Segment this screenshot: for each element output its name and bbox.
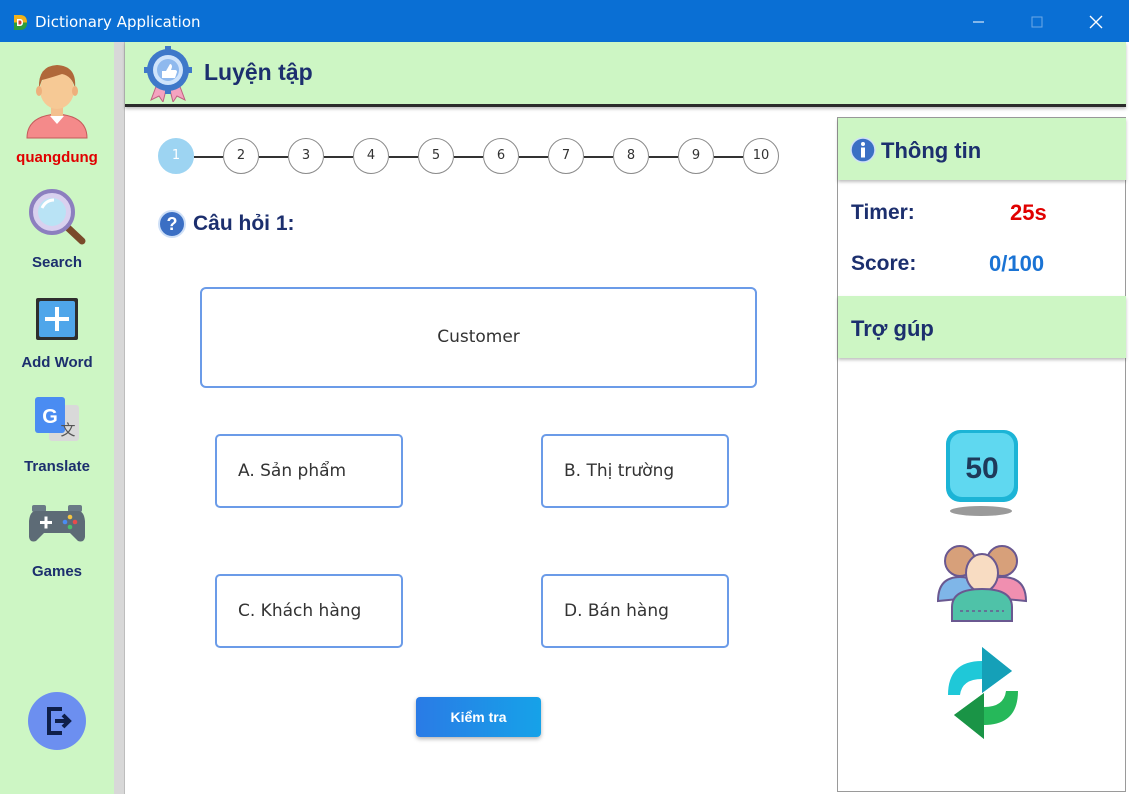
help-panel-title: Trợ gúp bbox=[851, 316, 934, 341]
timer-value: 25s bbox=[1010, 200, 1047, 225]
stepper-connector bbox=[584, 156, 613, 158]
gear-badge-icon bbox=[144, 46, 192, 102]
audience-icon bbox=[936, 545, 1028, 622]
logout-icon bbox=[28, 692, 86, 750]
step-1[interactable]: 1 bbox=[158, 138, 194, 174]
score-label: Score: bbox=[851, 252, 917, 275]
answer-option-b[interactable]: B. Thị trường bbox=[541, 434, 729, 508]
step-5[interactable]: 5 bbox=[418, 138, 454, 174]
title-bar: Dictionary Application bbox=[0, 0, 1129, 42]
svg-text:?: ? bbox=[167, 214, 178, 234]
sidebar-item-games[interactable] bbox=[0, 503, 114, 550]
avatar bbox=[0, 60, 114, 145]
stepper-connector bbox=[259, 156, 288, 158]
fifty-fifty-icon: 50 bbox=[946, 430, 1018, 516]
minimize-button[interactable] bbox=[949, 0, 1007, 42]
sidebar-item-search[interactable] bbox=[0, 186, 114, 253]
stepper-connector bbox=[454, 156, 483, 158]
step-4[interactable]: 4 bbox=[353, 138, 389, 174]
svg-text:G: G bbox=[42, 406, 58, 428]
swap-question-icon bbox=[948, 647, 1018, 739]
step-8[interactable]: 8 bbox=[613, 138, 649, 174]
answer-option-a[interactable]: A. Sản phẩm bbox=[215, 434, 403, 508]
maximize-button[interactable] bbox=[1008, 0, 1066, 42]
ask-audience-button[interactable] bbox=[936, 541, 1028, 628]
stepper-connector bbox=[649, 156, 678, 158]
fifty-fifty-button[interactable]: 50 bbox=[943, 428, 1021, 523]
sidebar-item-add-word[interactable] bbox=[0, 297, 114, 346]
page-header: Luyện tập bbox=[125, 42, 1126, 107]
user-avatar-icon bbox=[26, 65, 88, 139]
question-icon: ? bbox=[158, 210, 186, 238]
close-icon bbox=[1089, 15, 1103, 29]
score-value: 0/100 bbox=[989, 251, 1045, 276]
timer-label: Timer: bbox=[851, 201, 915, 224]
step-7[interactable]: 7 bbox=[548, 138, 584, 174]
answer-option-c[interactable]: C. Khách hàng bbox=[215, 574, 403, 648]
sidebar-item-translate-label[interactable]: Translate bbox=[0, 458, 114, 475]
info-panel-header: Thông tin bbox=[838, 118, 1126, 180]
google-translate-icon: G 文 bbox=[35, 397, 79, 441]
stepper-connector bbox=[324, 156, 353, 158]
magnifier-icon bbox=[29, 189, 86, 245]
gamepad-icon bbox=[29, 505, 85, 542]
sidebar-divider bbox=[114, 42, 125, 794]
logout-button[interactable] bbox=[0, 692, 114, 755]
svg-text:文: 文 bbox=[60, 421, 75, 439]
stepper-connector bbox=[519, 156, 548, 158]
answer-option-d[interactable]: D. Bán hàng bbox=[541, 574, 729, 648]
question-word: Customer bbox=[200, 287, 757, 388]
step-2[interactable]: 2 bbox=[223, 138, 259, 174]
username: quangdung bbox=[16, 149, 98, 166]
sidebar-item-add-word-label[interactable]: Add Word bbox=[0, 354, 114, 371]
step-3[interactable]: 3 bbox=[288, 138, 324, 174]
close-button[interactable] bbox=[1067, 0, 1125, 42]
step-10[interactable]: 10 bbox=[743, 138, 779, 174]
help-panel-header: Trợ gúp bbox=[838, 296, 1126, 358]
stepper-connector bbox=[389, 156, 418, 158]
minimize-icon bbox=[973, 21, 984, 23]
window-title: Dictionary Application bbox=[35, 13, 201, 31]
app-icon bbox=[14, 15, 27, 30]
stepper-connector bbox=[714, 156, 743, 158]
info-panel-title: Thông tin bbox=[881, 138, 982, 163]
info-icon bbox=[850, 137, 876, 163]
step-6[interactable]: 6 bbox=[483, 138, 519, 174]
page-title: Luyện tập bbox=[204, 59, 313, 85]
change-question-button[interactable] bbox=[940, 645, 1026, 746]
stepper-connector bbox=[194, 156, 223, 158]
maximize-icon bbox=[1031, 16, 1043, 28]
check-button[interactable]: Kiểm tra bbox=[416, 697, 541, 737]
question-label: Câu hỏi 1: bbox=[193, 212, 295, 235]
sidebar-item-search-label[interactable]: Search bbox=[0, 254, 114, 271]
plus-icon bbox=[36, 298, 78, 340]
fifty-fifty-label: 50 bbox=[965, 452, 998, 485]
sidebar-item-games-label[interactable]: Games bbox=[0, 563, 114, 580]
sidebar-item-translate[interactable]: G 文 bbox=[0, 395, 114, 452]
step-9[interactable]: 9 bbox=[678, 138, 714, 174]
